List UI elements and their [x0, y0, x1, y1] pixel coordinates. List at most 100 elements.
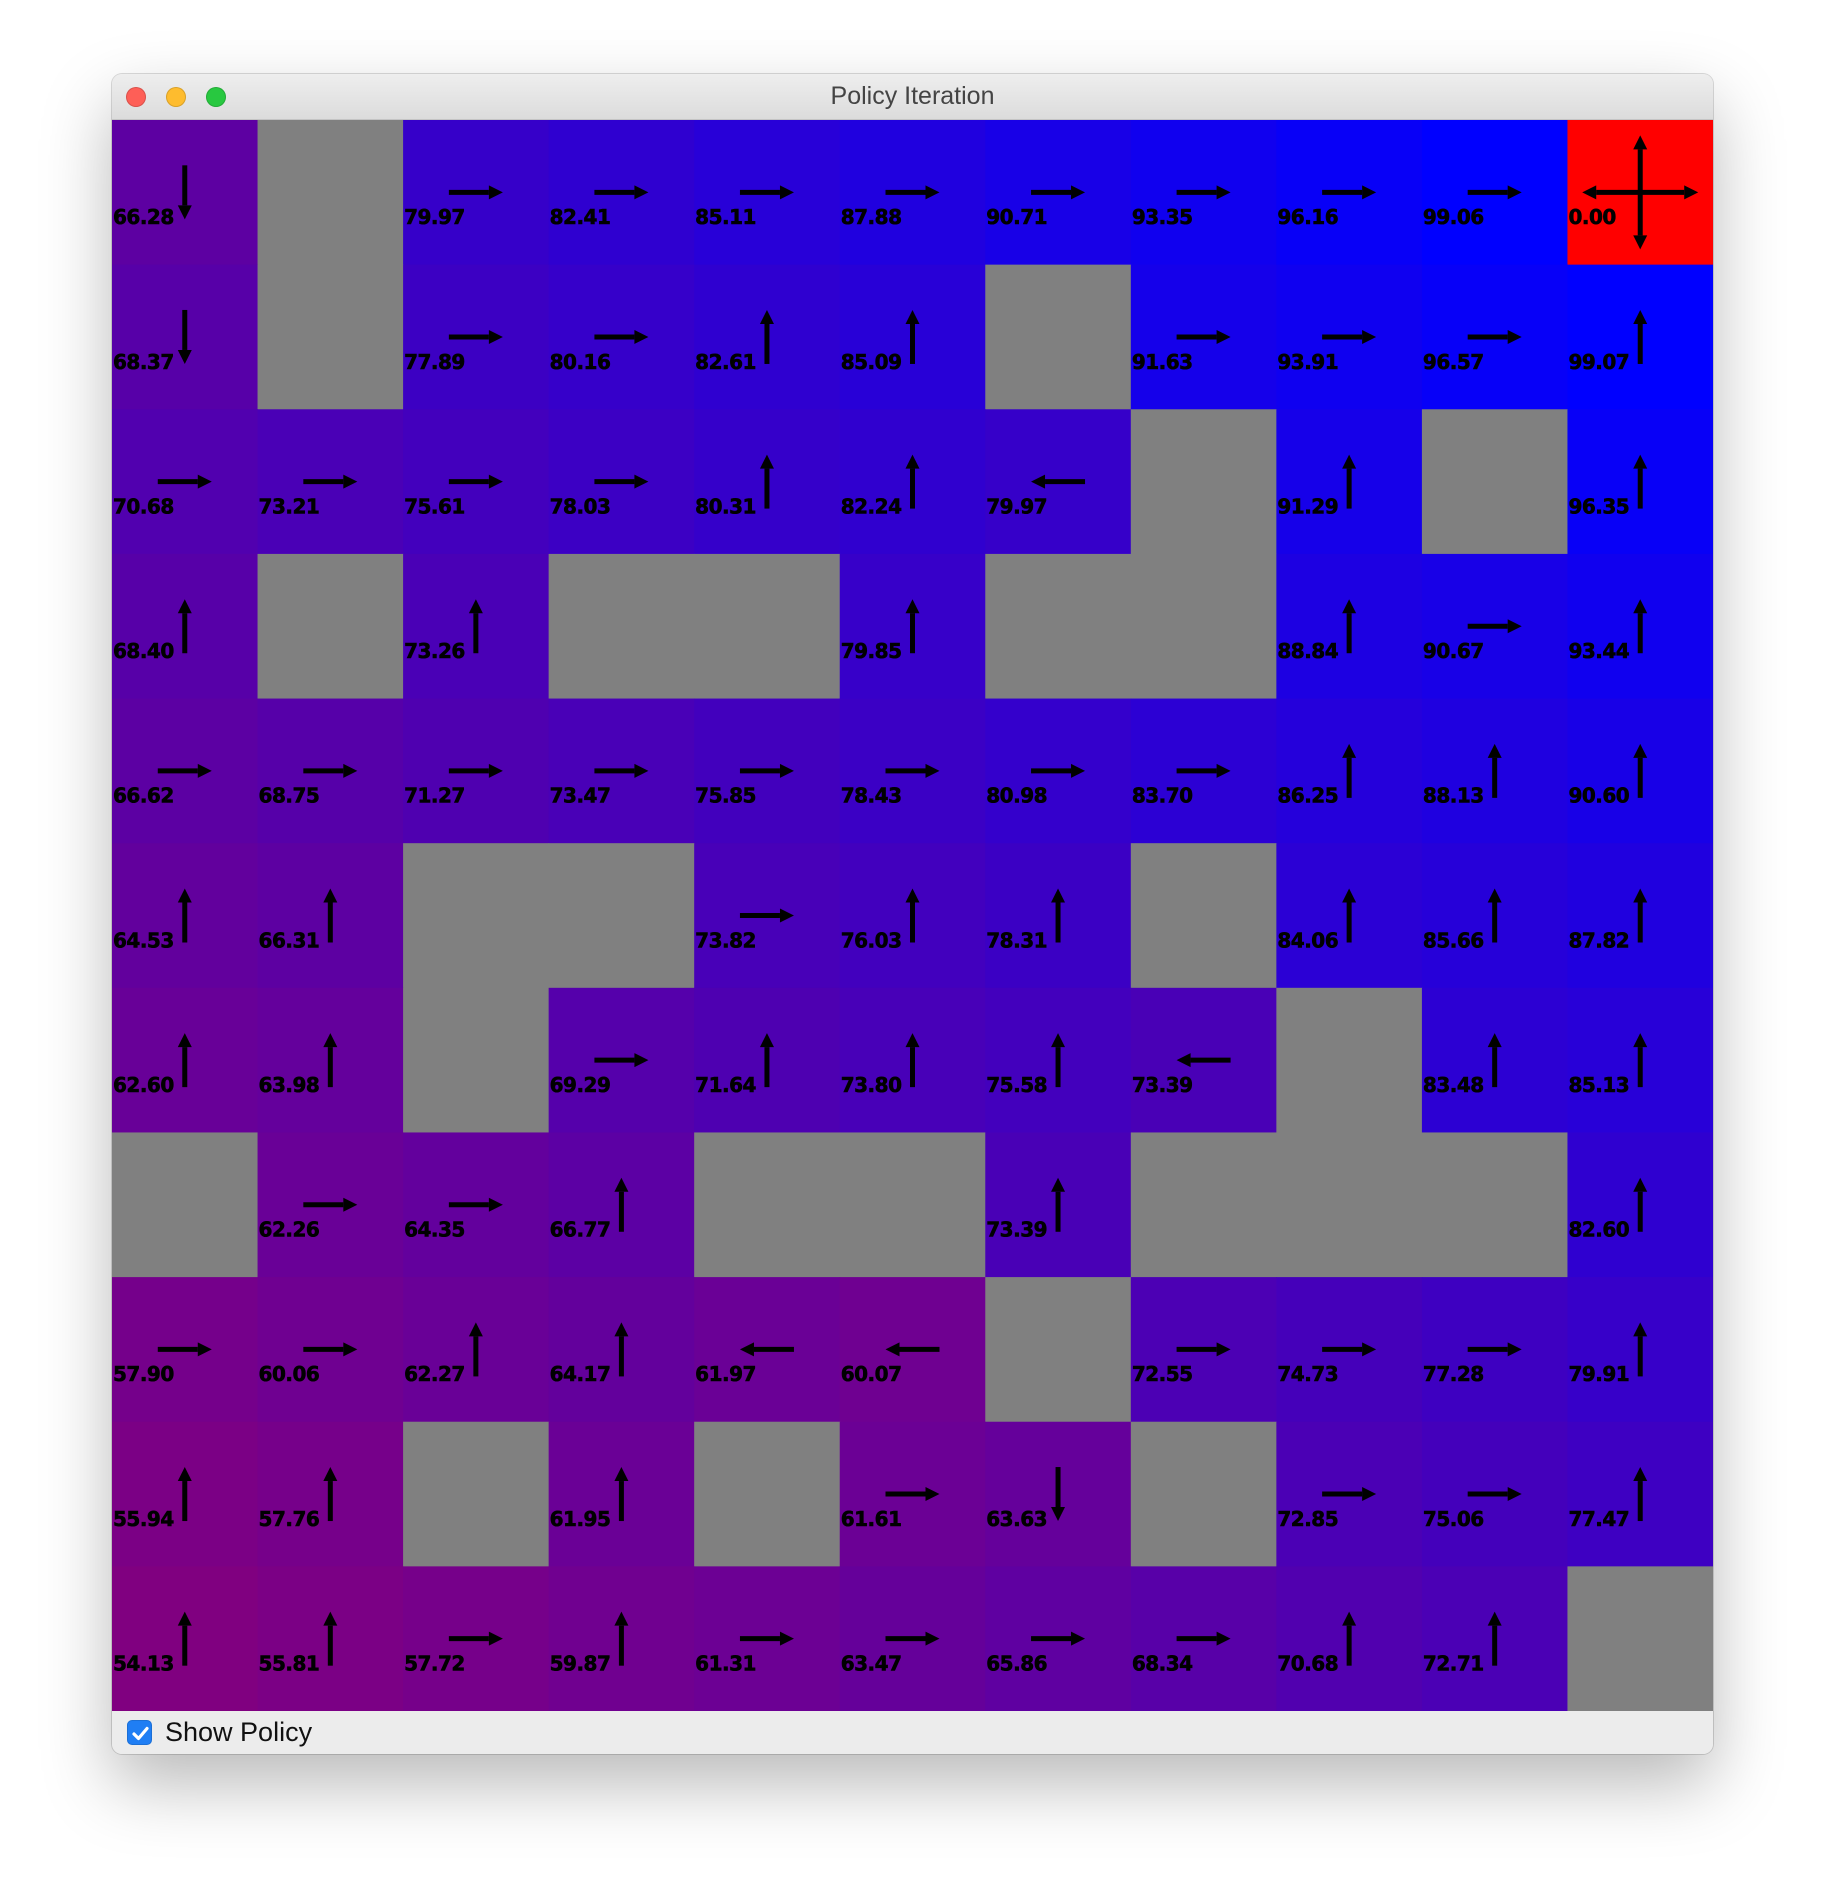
state-value: 83.70 [1132, 784, 1193, 808]
cell-background [985, 264, 1132, 410]
state-cell: 62.26 [257, 1132, 404, 1278]
state-value: 91.63 [1132, 350, 1193, 374]
state-cell: 79.97 [403, 120, 550, 266]
cell-background [1130, 1132, 1277, 1278]
state-cell: 66.31 [257, 843, 404, 989]
state-value: 79.85 [841, 639, 902, 663]
cell-background [257, 264, 404, 410]
state-value: 78.31 [986, 928, 1047, 952]
cell-background [1276, 987, 1423, 1133]
state-value: 68.75 [259, 784, 320, 808]
state-cell: 57.90 [112, 1277, 259, 1423]
state-cell: 73.26 [403, 553, 550, 700]
state-cell: 80.16 [548, 264, 695, 410]
cell-background [403, 843, 550, 989]
state-value: 74.73 [1277, 1362, 1338, 1386]
state-value: 61.31 [695, 1652, 756, 1676]
state-cell: 76.03 [839, 843, 986, 989]
state-cell: 71.27 [403, 698, 550, 844]
title-bar[interactable]: Policy Iteration [112, 74, 1713, 120]
state-cell: 55.81 [257, 1566, 404, 1712]
state-value: 64.53 [113, 928, 174, 952]
cell-background [839, 1132, 986, 1278]
state-value: 78.03 [550, 494, 611, 518]
cell-background [985, 553, 1132, 700]
wall-cell [1130, 843, 1277, 989]
state-cell: 73.82 [694, 843, 841, 989]
state-cell: 72.55 [1130, 1277, 1277, 1423]
show-policy-checkbox[interactable] [127, 1720, 152, 1745]
state-cell: 71.64 [694, 987, 841, 1133]
state-value: 78.43 [841, 784, 902, 808]
cell-background [1276, 1132, 1423, 1278]
state-value: 79.97 [986, 494, 1047, 518]
wall-cell [694, 1132, 841, 1278]
state-cell: 61.97 [694, 1277, 841, 1423]
state-cell: 75.58 [985, 987, 1132, 1133]
state-cell: 96.57 [1421, 264, 1568, 410]
state-value: 80.98 [986, 784, 1047, 808]
state-value: 73.21 [259, 494, 320, 518]
state-cell: 68.37 [112, 264, 259, 410]
cell-background [403, 987, 550, 1133]
state-value: 62.60 [113, 1073, 174, 1097]
state-cell: 64.53 [112, 843, 259, 989]
state-value: 77.89 [404, 350, 465, 374]
state-cell: 82.41 [548, 120, 695, 266]
state-cell: 87.82 [1567, 843, 1713, 989]
state-value: 66.62 [113, 784, 174, 808]
state-value: 77.28 [1423, 1362, 1484, 1386]
show-policy-label[interactable]: Show Policy [165, 1711, 312, 1754]
state-value: 73.26 [404, 639, 465, 663]
cell-background [548, 843, 695, 989]
state-cell: 68.34 [1130, 1566, 1277, 1712]
state-cell: 60.06 [257, 1277, 404, 1423]
state-cell: 78.43 [839, 698, 986, 844]
state-value: 85.11 [695, 205, 756, 229]
state-value: 73.39 [1132, 1073, 1193, 1097]
state-cell: 64.17 [548, 1277, 695, 1423]
state-value: 93.44 [1568, 639, 1629, 663]
state-value: 63.47 [841, 1652, 902, 1676]
wall-cell [257, 553, 404, 700]
wall-cell [548, 553, 695, 700]
state-value: 73.47 [550, 784, 611, 808]
state-cell: 84.06 [1276, 843, 1423, 989]
cell-background [694, 1421, 841, 1567]
state-cell: 96.35 [1567, 409, 1713, 555]
cell-background [1130, 553, 1277, 700]
state-cell: 91.63 [1130, 264, 1277, 410]
wall-cell [1130, 1421, 1277, 1567]
state-cell: 79.91 [1567, 1277, 1713, 1423]
wall-cell [1276, 1132, 1423, 1278]
state-cell: 78.03 [548, 409, 695, 555]
state-value: 75.06 [1423, 1507, 1484, 1531]
state-cell: 90.60 [1567, 698, 1713, 844]
wall-cell [985, 264, 1132, 410]
state-cell: 96.16 [1276, 120, 1423, 266]
state-value: 75.85 [695, 784, 756, 808]
state-cell: 79.97 [985, 409, 1132, 555]
state-value: 63.98 [259, 1073, 320, 1097]
wall-cell [1130, 1132, 1277, 1278]
state-cell: 82.24 [839, 409, 986, 555]
state-value: 99.06 [1423, 205, 1484, 229]
state-cell: 61.95 [548, 1421, 695, 1567]
state-cell: 63.47 [839, 1566, 986, 1712]
state-value: 61.97 [695, 1362, 756, 1386]
state-cell: 63.63 [985, 1421, 1132, 1567]
state-value: 86.25 [1277, 784, 1338, 808]
state-value: 62.27 [404, 1362, 465, 1386]
state-value: 82.61 [695, 350, 756, 374]
state-value: 73.39 [986, 1218, 1047, 1242]
state-value: 66.77 [550, 1218, 611, 1242]
cell-background [1421, 1132, 1568, 1278]
state-value: 96.16 [1277, 205, 1338, 229]
state-value: 71.64 [695, 1073, 756, 1097]
state-value: 82.24 [841, 494, 902, 518]
wall-cell [112, 1132, 259, 1278]
state-cell: 61.61 [839, 1421, 986, 1567]
state-cell: 86.25 [1276, 698, 1423, 844]
state-cell: 82.61 [694, 264, 841, 410]
state-cell: 77.47 [1567, 1421, 1713, 1567]
